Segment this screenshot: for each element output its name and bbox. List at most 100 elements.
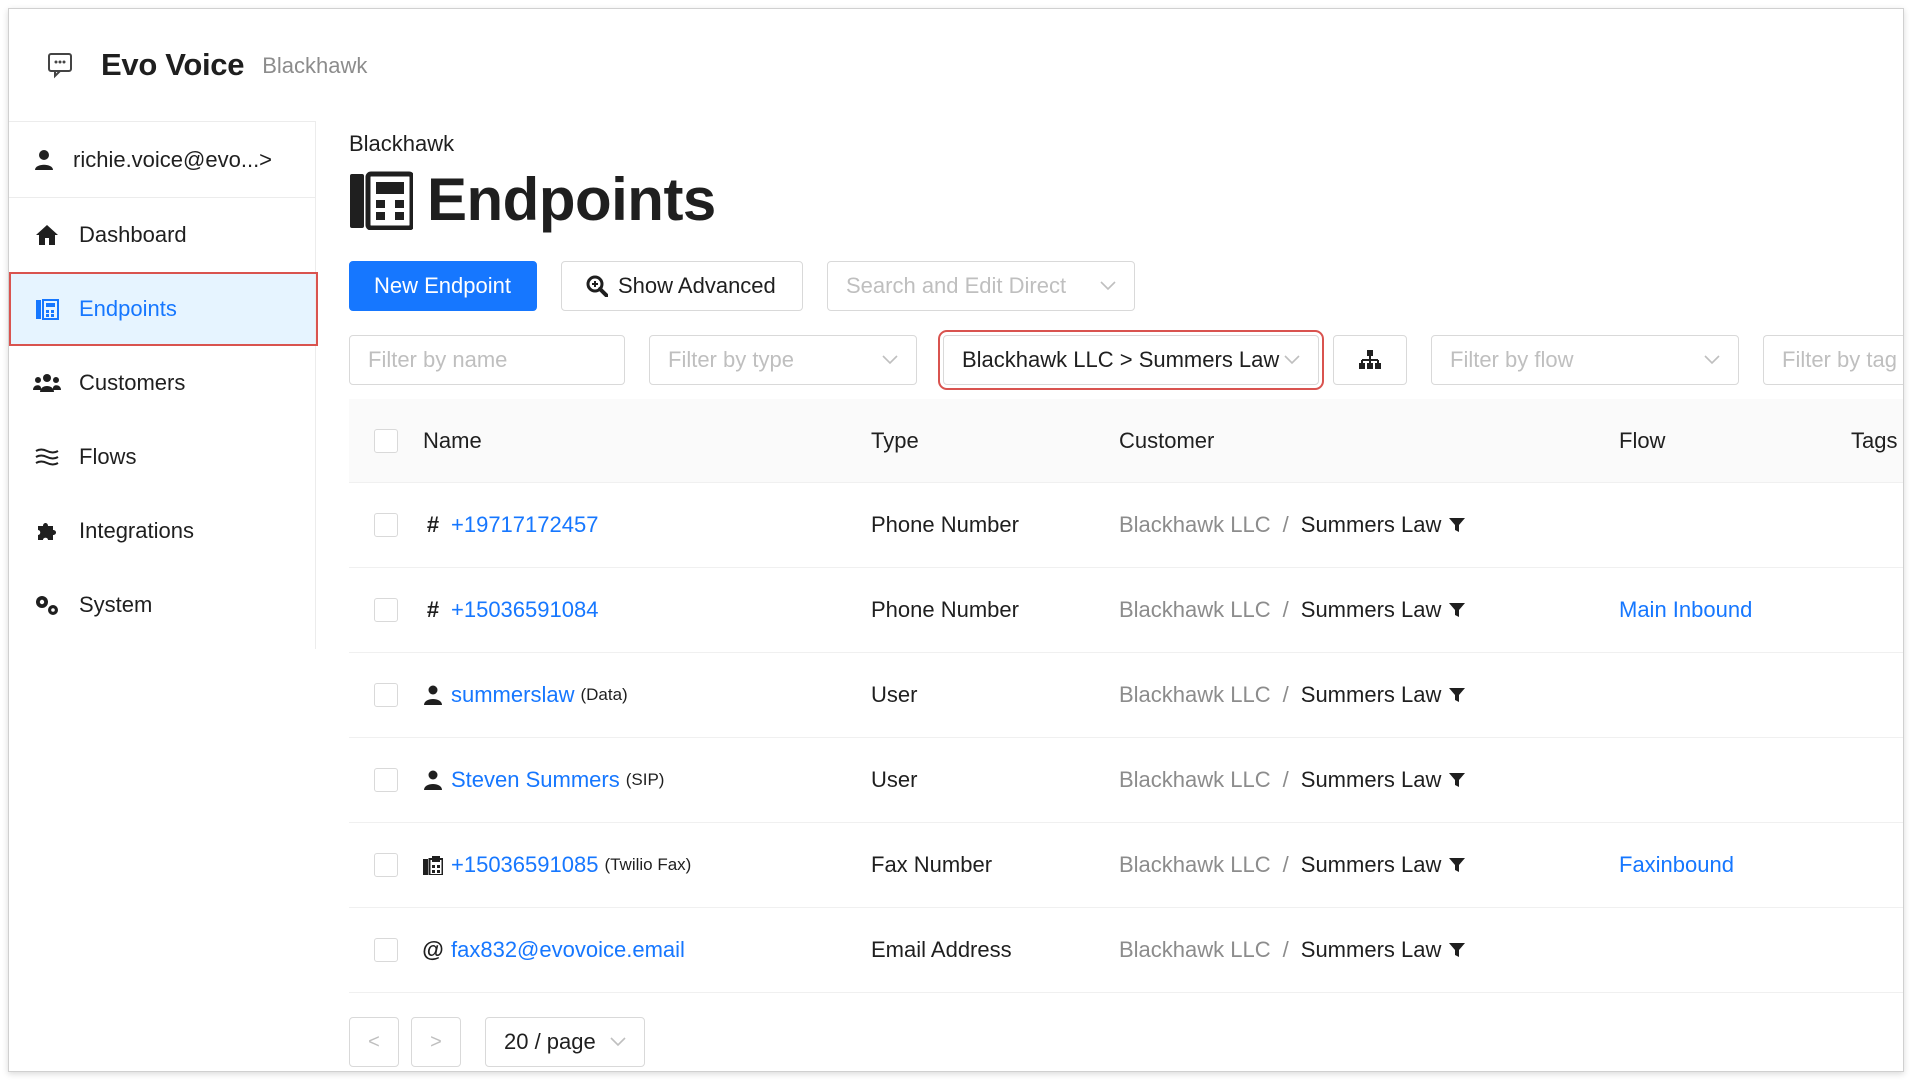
- at-sign-icon: @: [422, 937, 444, 962]
- customer-child-link[interactable]: Summers Law: [1301, 852, 1442, 878]
- table-row: @ fax832@evovoice.email Email Address Bl…: [349, 908, 1903, 993]
- row-check-cell: [349, 768, 423, 792]
- column-header-name[interactable]: Name: [423, 428, 847, 454]
- page-heading: Endpoints: [427, 166, 716, 233]
- filter-icon[interactable]: [1449, 602, 1466, 618]
- filter-icon[interactable]: [1449, 857, 1466, 873]
- flow-link[interactable]: Faxinbound: [1619, 852, 1734, 878]
- user-icon: [423, 769, 443, 791]
- customer-parent-link[interactable]: Blackhawk LLC: [1119, 852, 1271, 878]
- customer-separator: /: [1282, 597, 1289, 622]
- customers-icon: [33, 371, 61, 395]
- chevron-down-icon: [1284, 355, 1300, 365]
- customer-parent-link[interactable]: Blackhawk LLC: [1119, 937, 1271, 963]
- customer-parent-link[interactable]: Blackhawk LLC: [1119, 512, 1271, 538]
- search-edit-direct-select[interactable]: Search and Edit Direct: [827, 261, 1135, 311]
- flow-cell: Main Inbound: [1595, 597, 1827, 623]
- home-icon: [33, 223, 61, 247]
- search-edit-direct-placeholder: Search and Edit Direct: [846, 273, 1067, 298]
- chat-logo-icon: [48, 53, 72, 79]
- select-all-checkbox[interactable]: [374, 428, 398, 453]
- toolbar: New Endpoint Show Advanced Search and Ed…: [349, 261, 1135, 311]
- name-cell: summerslaw (Data): [423, 682, 847, 708]
- customer-cell: Blackhawk LLC / Summers Law: [1095, 767, 1595, 793]
- filter-name-input[interactable]: Filter by name: [349, 335, 625, 385]
- page-size-select[interactable]: 20 / page: [485, 1017, 645, 1067]
- filter-icon[interactable]: [1449, 942, 1466, 958]
- customer-child-link[interactable]: Summers Law: [1301, 767, 1442, 793]
- customer-child-link[interactable]: Summers Law: [1301, 597, 1442, 623]
- row-checkbox[interactable]: [374, 513, 398, 537]
- customer-child-link[interactable]: Summers Law: [1301, 682, 1442, 708]
- column-header-flow[interactable]: Flow: [1595, 428, 1827, 454]
- show-advanced-button[interactable]: Show Advanced: [561, 261, 803, 311]
- column-header-tags[interactable]: Tags: [1827, 428, 1903, 454]
- type-cell: Fax Number: [871, 852, 993, 877]
- customer-parent-link[interactable]: Blackhawk LLC: [1119, 682, 1271, 708]
- table-row: +15036591085 (Twilio Fax) Fax Number Bla…: [349, 823, 1903, 908]
- flow-link[interactable]: Main Inbound: [1619, 597, 1752, 623]
- filter-type-placeholder: Filter by type: [668, 347, 794, 372]
- flow-cell: Faxinbound: [1595, 852, 1827, 878]
- endpoint-note: (Data): [580, 685, 628, 704]
- endpoint-link[interactable]: +15036591084: [451, 597, 598, 623]
- new-endpoint-button[interactable]: New Endpoint: [349, 261, 537, 311]
- endpoint-link[interactable]: +19717172457: [451, 512, 598, 538]
- endpoint-link[interactable]: Steven Summers: [451, 767, 620, 793]
- customer-separator: /: [1282, 937, 1289, 962]
- filter-type-select[interactable]: Filter by type: [649, 335, 917, 385]
- sidebar-item-system[interactable]: System: [9, 568, 315, 642]
- filter-flow-select[interactable]: Filter by flow: [1431, 335, 1739, 385]
- customer-separator: /: [1282, 682, 1289, 707]
- row-checkbox[interactable]: [374, 853, 398, 877]
- row-checkbox[interactable]: [374, 768, 398, 792]
- filter-icon[interactable]: [1449, 772, 1466, 788]
- customer-parent-link[interactable]: Blackhawk LLC: [1119, 767, 1271, 793]
- row-check-cell: [349, 853, 423, 877]
- puzzle-icon: [33, 519, 61, 543]
- customer-parent-link[interactable]: Blackhawk LLC: [1119, 597, 1271, 623]
- filter-customer-select[interactable]: Blackhawk LLC > Summers Law: [938, 330, 1324, 390]
- sidebar-item-flows[interactable]: Flows: [9, 420, 315, 494]
- endpoint-link[interactable]: +15036591085: [451, 852, 598, 878]
- customer-child-link[interactable]: Summers Law: [1301, 937, 1442, 963]
- filter-tag-input[interactable]: Filter by tag: [1763, 335, 1903, 385]
- column-header-type[interactable]: Type: [847, 428, 1095, 454]
- row-checkbox[interactable]: [374, 683, 398, 707]
- filter-icon[interactable]: [1449, 517, 1466, 533]
- user-menu[interactable]: richie.voice@evo...>: [9, 122, 315, 198]
- endpoint-link[interactable]: summerslaw: [451, 682, 574, 708]
- column-header-customer[interactable]: Customer: [1095, 428, 1595, 454]
- sidebar-item-integrations[interactable]: Integrations: [9, 494, 315, 568]
- customer-child-link[interactable]: Summers Law: [1301, 512, 1442, 538]
- next-page-button[interactable]: >: [411, 1017, 461, 1067]
- page-title: Endpoints: [349, 165, 716, 234]
- main-content: Blackhawk Endpoints New Endpoint Show Ad…: [341, 121, 1903, 1071]
- name-cell: # +15036591084: [423, 597, 847, 623]
- sidebar-item-dashboard[interactable]: Dashboard: [9, 198, 315, 272]
- row-check-cell: [349, 598, 423, 622]
- endpoints-icon: [350, 171, 413, 230]
- hash-icon: #: [426, 597, 440, 622]
- sidebar-item-label: System: [79, 592, 153, 617]
- pagination: < > 20 / page: [349, 1017, 645, 1067]
- customer-cell: Blackhawk LLC / Summers Law: [1095, 937, 1595, 963]
- prev-page-button[interactable]: <: [349, 1017, 399, 1067]
- row-checkbox[interactable]: [374, 598, 398, 622]
- chevron-down-icon: [1100, 281, 1116, 291]
- page-size-value: 20 / page: [504, 1029, 596, 1054]
- endpoint-link[interactable]: fax832@evovoice.email: [451, 937, 685, 963]
- sidebar-item-label: Flows: [79, 444, 137, 469]
- sidebar-item-customers[interactable]: Customers: [9, 346, 315, 420]
- app-window: Evo Voice Blackhawk richie.voice@evo...>…: [8, 8, 1904, 1072]
- filter-icon[interactable]: [1449, 687, 1466, 703]
- endpoint-note: (Twilio Fax): [604, 855, 692, 874]
- type-cell: Email Address: [871, 937, 1012, 962]
- user-email: richie.voice@evo...>: [73, 146, 273, 172]
- filter-customer-value: Blackhawk LLC > Summers Law: [962, 347, 1280, 372]
- hierarchy-button[interactable]: [1333, 335, 1407, 385]
- row-checkbox[interactable]: [374, 938, 398, 962]
- table-row: Steven Summers (SIP) User Blackhawk LLC …: [349, 738, 1903, 823]
- sidebar-item-endpoints[interactable]: Endpoints: [9, 272, 318, 346]
- user-icon: [423, 684, 443, 706]
